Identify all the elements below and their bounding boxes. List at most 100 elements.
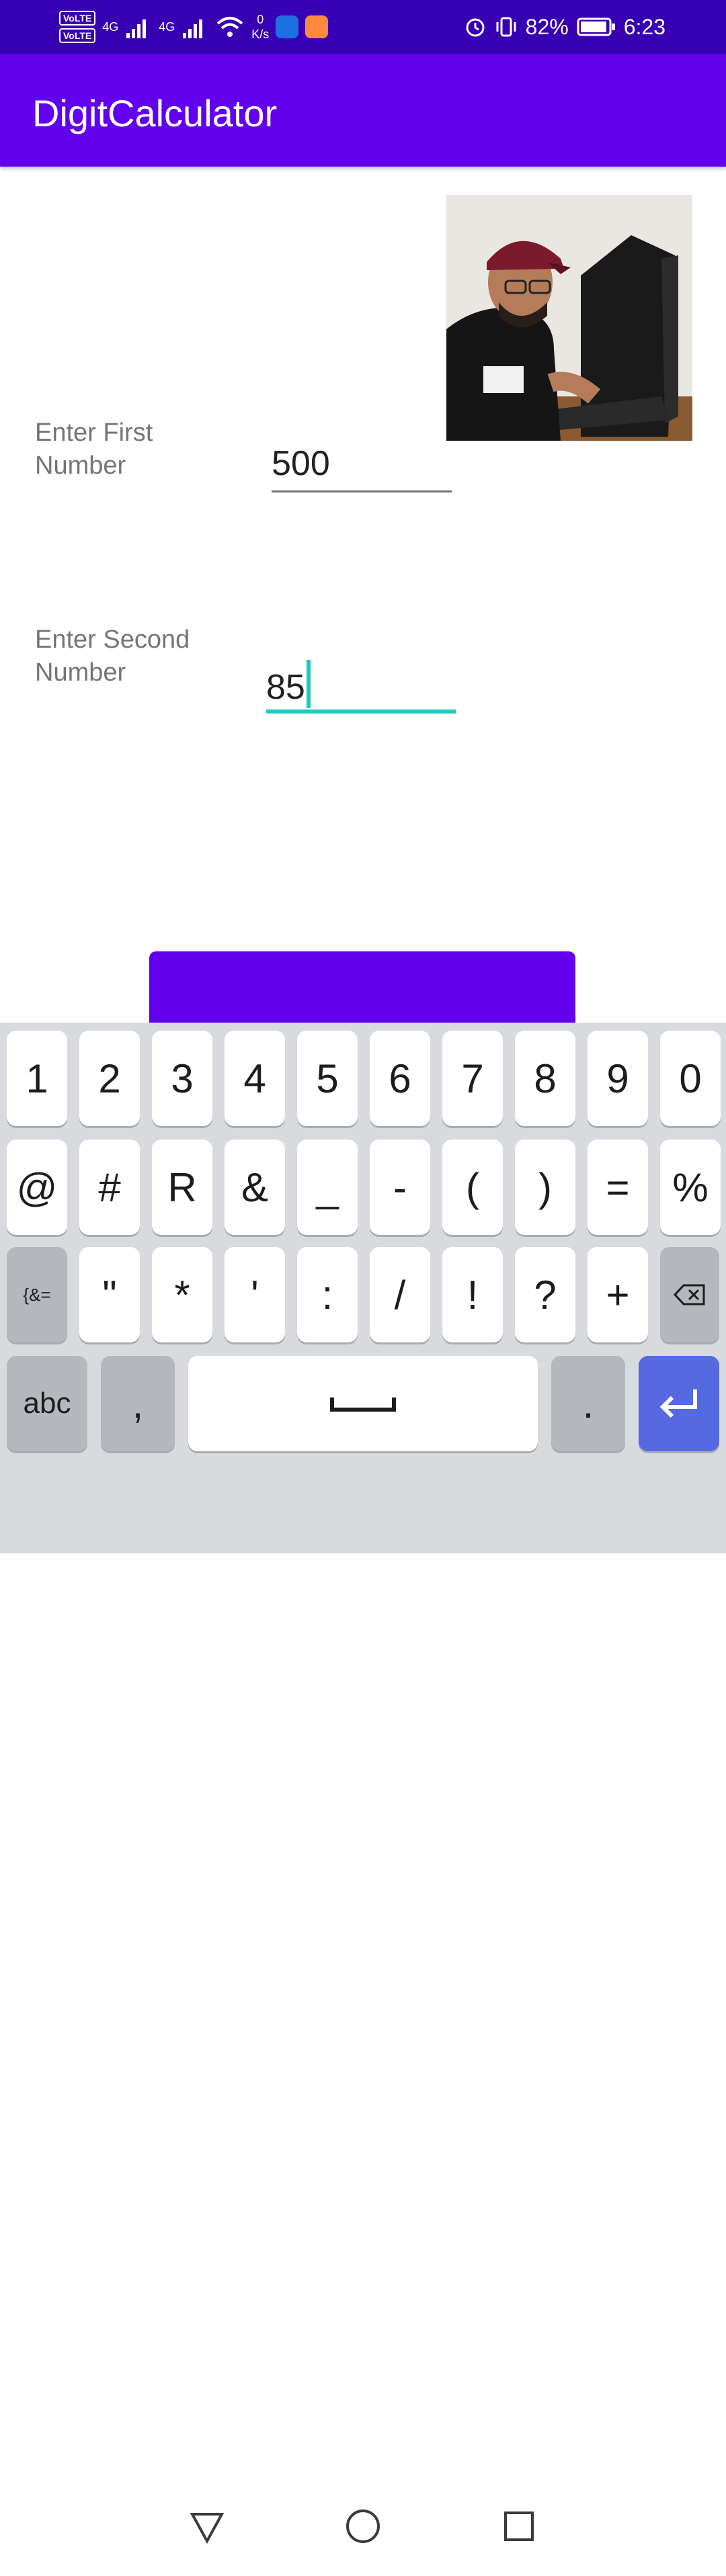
alarm-icon	[466, 18, 485, 37]
navigation-bar	[0, 2487, 726, 2576]
app-title: DigitCalculator	[32, 92, 278, 134]
play-app-icon	[305, 15, 329, 38]
key-abc[interactable]: abc	[7, 1356, 87, 1451]
key-row2-2[interactable]: R	[152, 1140, 212, 1235]
key-enter[interactable]	[639, 1356, 719, 1451]
network-speed: 0 K/s	[251, 12, 269, 42]
key-label: 9	[606, 1056, 629, 1101]
key-label: !	[467, 1272, 479, 1318]
key-row1-8[interactable]: 9	[588, 1031, 648, 1126]
key-row2-5[interactable]: -	[370, 1140, 430, 1235]
key-row3-4[interactable]: :	[297, 1247, 358, 1342]
volte-sim2: VoLTE	[59, 28, 96, 43]
sim2-network: 4G	[159, 19, 175, 34]
key-label: {&=	[23, 1284, 51, 1305]
signal-icon	[183, 19, 203, 38]
key-backspace[interactable]	[660, 1247, 719, 1342]
key-label: -	[393, 1164, 407, 1210]
key-label: 6	[389, 1056, 411, 1101]
key-row3-3[interactable]: '	[225, 1247, 285, 1342]
first-number-input[interactable]: 500	[272, 443, 330, 484]
battery-percent: 82%	[525, 14, 569, 39]
key-label: 4	[243, 1056, 266, 1101]
backspace-icon	[673, 1284, 705, 1305]
key-row1-5[interactable]: 6	[370, 1031, 430, 1126]
key-label: 7	[461, 1056, 484, 1101]
key-label: 3	[171, 1056, 194, 1101]
key-label: &	[241, 1164, 269, 1210]
key-row1-0[interactable]: 1	[7, 1031, 67, 1126]
speed-value: 0	[257, 13, 264, 26]
second-number-underline	[266, 710, 456, 714]
second-number-value: 85	[266, 668, 305, 707]
key-row2-6[interactable]: (	[442, 1140, 503, 1235]
key-comma[interactable]: ,	[101, 1356, 175, 1451]
second-number-label: Enter Second Number	[35, 626, 190, 687]
first-number-value: 500	[272, 444, 330, 483]
speed-unit: K/s	[251, 28, 270, 41]
key-label: /	[394, 1272, 406, 1318]
enter-icon	[659, 1389, 697, 1418]
clock: 6:23	[623, 14, 666, 39]
key-comma-label: ,	[132, 1381, 144, 1426]
key-label: @	[16, 1164, 58, 1210]
key-row3-5[interactable]: /	[370, 1247, 430, 1342]
key-row2-7[interactable]: )	[515, 1140, 575, 1235]
vibrate-icon	[496, 17, 516, 37]
back-icon[interactable]	[188, 2507, 226, 2545]
key-label: 0	[679, 1056, 702, 1101]
key-label: =	[606, 1164, 630, 1210]
bulb-app-icon	[276, 15, 299, 38]
key-label: 8	[534, 1056, 557, 1101]
key-row2-3[interactable]: &	[225, 1140, 285, 1235]
key-label: 5	[316, 1056, 339, 1101]
battery-icon	[577, 17, 615, 36]
volte-indicators: VoLTE VoLTE	[59, 11, 96, 43]
key-row2-4[interactable]: _	[297, 1140, 358, 1235]
key-label: '	[251, 1272, 259, 1318]
wifi-icon	[216, 17, 243, 37]
key-period-label: .	[582, 1381, 594, 1426]
key-label: #	[98, 1164, 121, 1210]
key-space[interactable]	[188, 1356, 538, 1451]
key-row2-1[interactable]: #	[79, 1140, 140, 1235]
profile-photo	[446, 195, 692, 441]
key-period[interactable]: .	[551, 1356, 625, 1451]
text-cursor	[306, 660, 311, 708]
key-row2-9[interactable]: %	[660, 1140, 721, 1235]
first-number-label: Enter First Number	[35, 419, 153, 480]
second-number-input[interactable]: 85	[266, 660, 311, 708]
key-row3-1[interactable]: "	[79, 1247, 140, 1342]
key-row1-2[interactable]: 3	[152, 1031, 212, 1126]
keyboard: 1 2 3 4 5 6 7 8 9 0 @ # R & _ - () =% {&= " * ': /!? + abc , .	[0, 1023, 726, 2544]
key-label: ?	[534, 1272, 557, 1318]
key-row1-1[interactable]: 2	[79, 1031, 140, 1126]
key-label: 2	[98, 1056, 121, 1101]
sim1-network: 4G	[102, 19, 119, 34]
first-number-underline	[272, 490, 452, 492]
key-row1-9[interactable]: 0	[660, 1031, 721, 1126]
key-label: )	[538, 1164, 552, 1210]
key-row2-8[interactable]: =	[588, 1140, 648, 1235]
key-row3-6[interactable]: !	[442, 1247, 503, 1342]
calculate-button[interactable]	[149, 951, 575, 1025]
key-label: 1	[26, 1056, 48, 1101]
key-row3-7[interactable]: ?	[515, 1247, 575, 1342]
key-row3-0[interactable]: {&=	[7, 1247, 67, 1342]
key-row1-7[interactable]: 8	[515, 1031, 575, 1126]
key-label: :	[321, 1272, 333, 1318]
key-row1-3[interactable]: 4	[225, 1031, 285, 1126]
recents-icon[interactable]	[500, 2507, 538, 2545]
key-label: "	[102, 1272, 117, 1318]
key-label: %	[672, 1164, 709, 1210]
key-label: *	[174, 1272, 190, 1318]
key-label: R	[167, 1164, 197, 1210]
key-row1-4[interactable]: 5	[297, 1031, 358, 1126]
home-icon[interactable]	[344, 2507, 382, 2545]
key-row2-0[interactable]: @	[7, 1140, 67, 1235]
key-row3-8[interactable]: +	[588, 1247, 648, 1342]
key-row3-2[interactable]: *	[152, 1247, 212, 1342]
status-bar: VoLTE VoLTE 4G 4G 0 K/s 82% 6:23	[0, 0, 726, 54]
key-abc-label: abc	[23, 1387, 71, 1420]
key-row1-6[interactable]: 7	[442, 1031, 503, 1126]
